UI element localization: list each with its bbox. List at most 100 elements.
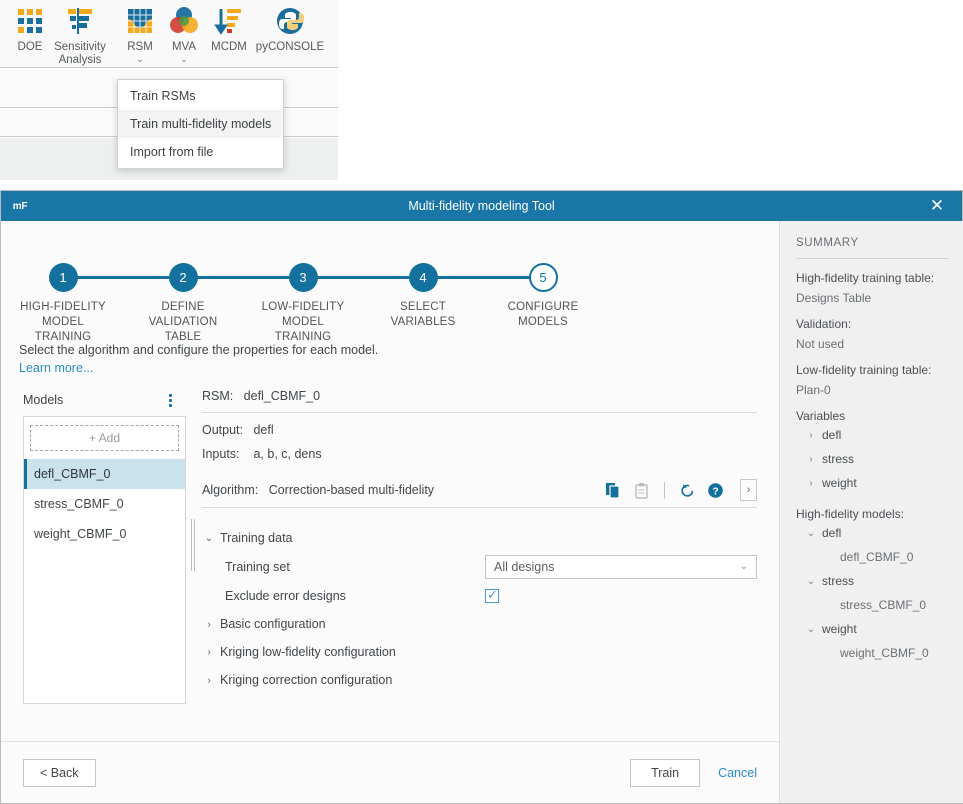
ribbon-label-mva: MVA: [172, 41, 196, 54]
summary-hf-model-stress-label: stress: [822, 574, 854, 588]
menu-item-import-from-file[interactable]: Import from file: [118, 138, 283, 166]
reset-icon[interactable]: [679, 482, 696, 499]
models-list: + Add defl_CBMF_0 stress_CBMF_0 weight_C…: [23, 416, 186, 704]
doe-grid-icon: [13, 4, 47, 38]
chevron-right-icon-basic-configuration: ›: [202, 619, 216, 630]
exclude-error-designs-checkbox[interactable]: [485, 589, 499, 603]
step-5-circle: 5: [529, 263, 558, 292]
train-button[interactable]: Train: [630, 759, 700, 787]
accordion-section-training-data[interactable]: ⌄ Training data: [202, 524, 757, 552]
rsm-surface-icon: [123, 4, 157, 38]
summary-key-variables: Variables: [796, 409, 949, 423]
accordion-section-kriging-correction-configuration[interactable]: › Kriging correction configuration: [202, 666, 757, 694]
summary-hf-model-defl-child[interactable]: defl_CBMF_0: [796, 545, 949, 569]
step-5-label: CONFIGURE MODELS: [483, 300, 603, 330]
accordion-label-kriging-correction-configuration: Kriging correction configuration: [220, 673, 392, 687]
summary-variable-weight[interactable]: › weight: [796, 471, 949, 495]
models-panel: Models + Add defl_CBMF_0 stress_CBMF_0 w…: [23, 389, 186, 741]
summary-hf-model-weight[interactable]: ⌄ weight: [796, 617, 949, 641]
dialog-footer: < Back Train Cancel: [1, 741, 779, 803]
step-4-select-variables[interactable]: 4 SELECT VARIABLES: [363, 263, 483, 330]
step-5-configure-models[interactable]: 5 CONFIGURE MODELS: [483, 263, 603, 330]
step-2-label: DEFINE VALIDATION TABLE: [123, 300, 243, 345]
training-set-select[interactable]: All designs ⌄: [485, 555, 757, 579]
close-icon[interactable]: ✕: [926, 195, 948, 217]
property-row-training-set: Training set All designs ⌄: [202, 552, 757, 581]
exclude-error-designs-label: Exclude error designs: [225, 589, 485, 603]
chevron-down-icon-training-data: ⌄: [202, 533, 216, 544]
learn-more-link[interactable]: Learn more...: [19, 361, 93, 375]
chevron-down-icon-rsm[interactable]: ⌄: [136, 55, 144, 63]
accordion-section-basic-configuration[interactable]: › Basic configuration: [202, 610, 757, 638]
ribbon-label-mcdm: MCDM: [211, 41, 247, 54]
add-model-button[interactable]: + Add: [30, 425, 179, 451]
multi-fidelity-modeling-dialog: mF Multi-fidelity modeling Tool ✕ 1 HIGH…: [0, 190, 963, 804]
ribbon-button-pyconsole[interactable]: pyCONSOLE: [248, 4, 332, 54]
panel-splitter[interactable]: [186, 389, 202, 741]
kebab-menu-icon[interactable]: [164, 392, 178, 408]
inputs-label: Inputs:: [202, 447, 250, 461]
step-2-define-validation-table[interactable]: 2 DEFINE VALIDATION TABLE: [123, 263, 243, 345]
training-set-value: All designs: [494, 560, 554, 574]
step-3-low-fidelity-model-training[interactable]: 3 LOW-FIDELITY MODEL TRAINING: [243, 263, 363, 345]
summary-sidebar: SUMMARY High-fidelity training table: De…: [780, 221, 963, 803]
summary-variable-stress[interactable]: › stress: [796, 447, 949, 471]
training-set-label: Training set: [225, 560, 485, 574]
chevron-down-icon-hf-defl: ⌄: [804, 528, 818, 539]
cancel-button[interactable]: Cancel: [718, 766, 757, 780]
summary-variable-defl[interactable]: › defl: [796, 423, 949, 447]
copy-icon[interactable]: [605, 482, 622, 499]
summary-hf-model-stress[interactable]: ⌄ stress: [796, 569, 949, 593]
summary-key-validation: Validation:: [796, 317, 949, 331]
rsm-name-row: RSM: defl_CBMF_0: [202, 389, 757, 413]
configuration-content: Models + Add defl_CBMF_0 stress_CBMF_0 w…: [1, 377, 779, 741]
summary-hf-model-defl-label: defl: [822, 526, 841, 540]
summary-value-low-fidelity-training-table: Plan-0: [796, 383, 949, 397]
property-row-exclude-error-designs: Exclude error designs: [202, 581, 757, 610]
chevron-right-icon-variable-weight: ›: [804, 478, 818, 489]
summary-hf-model-weight-label: weight: [822, 622, 857, 636]
summary-hf-model-weight-child[interactable]: weight_CBMF_0: [796, 641, 949, 665]
output-row: Output: defl: [202, 423, 757, 437]
model-list-item-weight[interactable]: weight_CBMF_0: [24, 519, 185, 549]
rsm-label: RSM:: [202, 389, 233, 403]
step-1-high-fidelity-model-training[interactable]: 1 HIGH-FIDELITY MODEL TRAINING: [3, 263, 123, 345]
step-3-circle: 3: [289, 263, 318, 292]
model-list-item-stress[interactable]: stress_CBMF_0: [24, 489, 185, 519]
chevron-right-icon-variable-stress: ›: [804, 454, 818, 465]
ribbon-button-sensitivity-analysis[interactable]: Sensitivity Analysis: [50, 4, 110, 67]
algorithm-actions: ? ›: [605, 479, 757, 501]
rsm-dropdown-menu: Train RSMs Train multi-fidelity models I…: [117, 79, 284, 169]
summary-hf-model-defl[interactable]: ⌄ defl: [796, 521, 949, 545]
back-button[interactable]: < Back: [23, 759, 96, 787]
splitter-grip-icon[interactable]: [191, 519, 195, 571]
mcdm-sort-icon: [212, 4, 246, 38]
summary-variable-defl-label: defl: [822, 428, 841, 442]
summary-key-high-fidelity-training-table: High-fidelity training table:: [796, 271, 949, 285]
action-separator: [664, 482, 665, 499]
menu-item-train-rsms[interactable]: Train RSMs: [118, 82, 283, 110]
summary-hf-model-stress-child[interactable]: stress_CBMF_0: [796, 593, 949, 617]
chevron-down-icon-hf-weight: ⌄: [804, 624, 818, 635]
accordion-label-kriging-low-fidelity-configuration: Kriging low-fidelity configuration: [220, 645, 396, 659]
chevron-right-icon-kriging-low-fidelity: ›: [202, 647, 216, 658]
summary-title: SUMMARY: [796, 237, 949, 259]
algorithm-text: Algorithm: Correction-based multi-fideli…: [202, 483, 605, 497]
rsm-value: defl_CBMF_0: [244, 389, 320, 403]
expand-panel-button[interactable]: ›: [740, 479, 757, 501]
ribbon-label-sensitivity-analysis: Sensitivity Analysis: [54, 41, 106, 67]
properties-accordion: ⌄ Training data Training set All designs…: [202, 524, 757, 694]
ribbon-label-rsm: RSM: [127, 41, 153, 54]
ribbon-label-pyconsole: pyCONSOLE: [256, 41, 324, 54]
chevron-down-icon-mva[interactable]: ⌄: [180, 55, 188, 63]
menu-item-train-multi-fidelity-models[interactable]: Train multi-fidelity models: [118, 110, 283, 138]
summary-value-high-fidelity-training-table: Designs Table: [796, 291, 949, 305]
inputs-value: a, b, c, dens: [253, 447, 321, 461]
models-panel-title: Models: [23, 393, 63, 407]
instructions-text: Select the algorithm and configure the p…: [19, 343, 779, 357]
accordion-section-kriging-low-fidelity-configuration[interactable]: › Kriging low-fidelity configuration: [202, 638, 757, 666]
summary-value-validation: Not used: [796, 337, 949, 351]
step-4-label: SELECT VARIABLES: [363, 300, 483, 330]
help-icon[interactable]: ?: [707, 482, 724, 499]
model-list-item-defl[interactable]: defl_CBMF_0: [24, 459, 185, 489]
